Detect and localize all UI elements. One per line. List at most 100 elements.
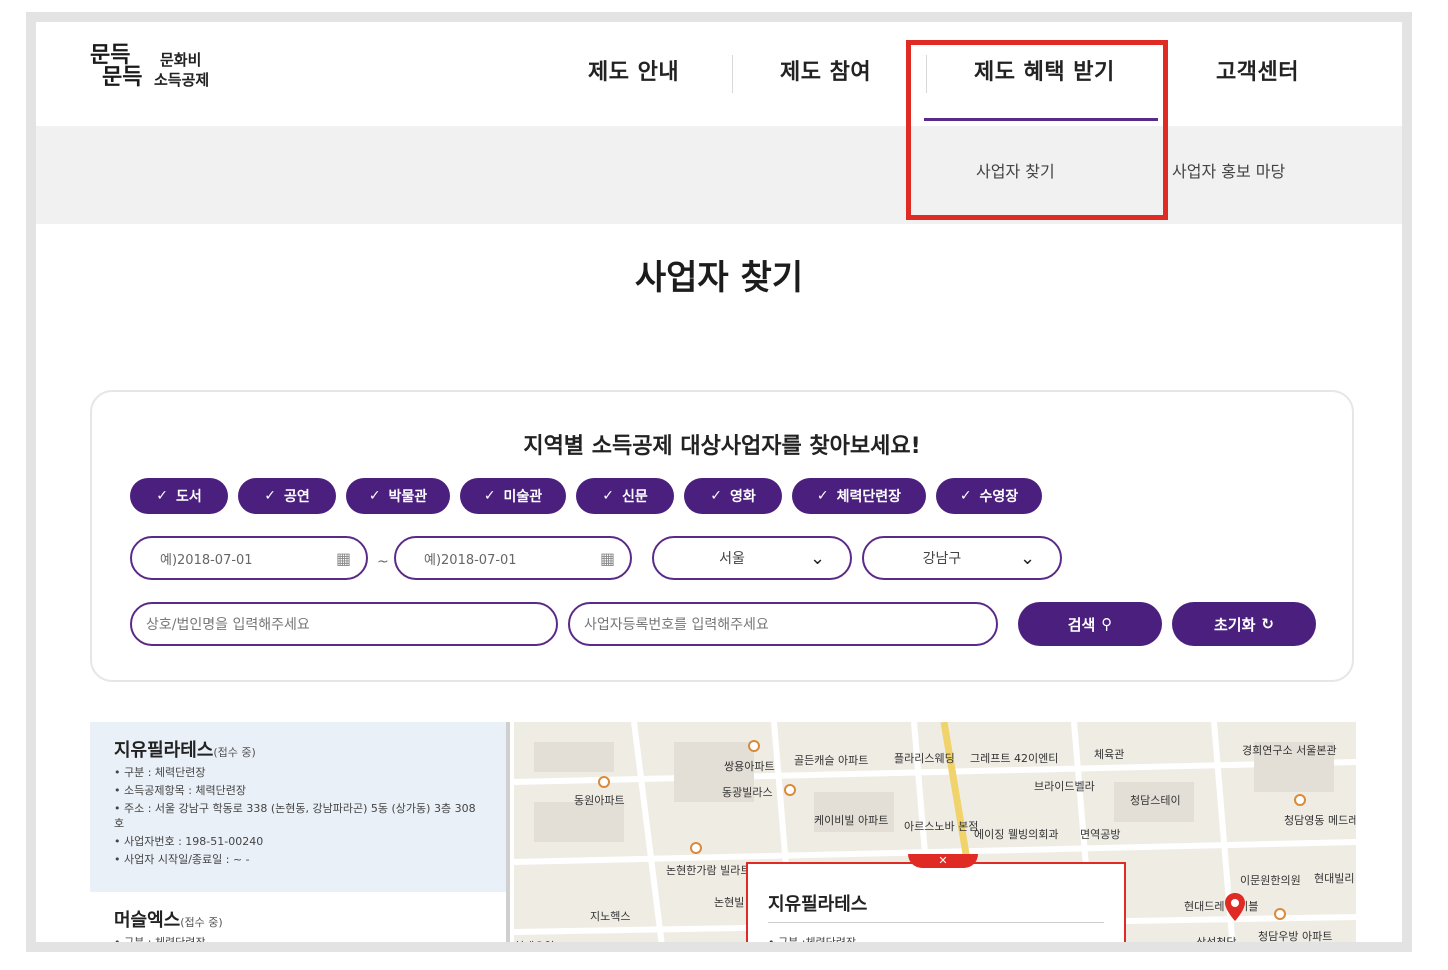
- refresh-icon: ↻: [1261, 615, 1274, 633]
- result-detail-line: • 구분 : 체력단련장: [114, 766, 206, 779]
- popup-title: 지유필라테스: [768, 894, 868, 915]
- date-from-placeholder: 예)2018-07-01: [160, 552, 253, 568]
- category-chip-performance[interactable]: ✓ 공연: [238, 478, 336, 514]
- map-label: 체육관: [1094, 748, 1125, 761]
- search-button[interactable]: 검색 ⚲: [1018, 602, 1162, 646]
- city-select-value: 서울: [719, 551, 745, 567]
- map-label: 현대드레 레이블: [1184, 900, 1259, 913]
- result-detail-line: • 사업자번호 : 198-51-00240: [114, 835, 264, 848]
- result-item[interactable]: 지유필라테스(접수 중) • 구분 : 체력단련장 • 소득공제항목 : 체력단…: [90, 722, 506, 892]
- chevron-down-icon: ⌄: [1020, 547, 1036, 569]
- map-info-popup: ✕ 지유필라테스 • 구분 :체력단련장: [746, 854, 1126, 949]
- date-separator: ~: [377, 554, 389, 570]
- city-select[interactable]: 서울 ⌄: [652, 536, 852, 580]
- map-poi-marker[interactable]: [1274, 908, 1286, 920]
- category-chip-art-gallery[interactable]: ✓ 미술관: [460, 478, 566, 514]
- divider: [768, 922, 1104, 923]
- date-from-field[interactable]: 예)2018-07-01 ▦: [130, 536, 368, 580]
- map-poi-marker[interactable]: [784, 784, 796, 796]
- date-to-placeholder: 예)2018-07-01: [424, 552, 517, 568]
- map-label: 동광빌라스: [722, 786, 773, 799]
- category-chip-newspaper[interactable]: ✓ 신문: [576, 478, 674, 514]
- category-chip-books[interactable]: ✓ 도서: [130, 478, 228, 514]
- location-pin-icon[interactable]: [1224, 892, 1246, 922]
- subnav-item-business-promo[interactable]: 사업자 홍보 마당: [1172, 158, 1285, 182]
- result-status-tag: (접수 중): [180, 916, 223, 929]
- category-chip-movie[interactable]: ✓ 영화: [684, 478, 782, 514]
- category-chip-museum[interactable]: ✓ 박물관: [346, 478, 450, 514]
- chevron-down-icon: ⌄: [810, 547, 826, 569]
- logo-mark-line1: 문득: [90, 42, 131, 68]
- result-name: 지유필라테스: [114, 740, 214, 761]
- check-icon: ✓: [602, 488, 614, 504]
- map-label: 청담우방 아파트: [1258, 930, 1333, 943]
- check-icon: ✓: [368, 488, 381, 504]
- result-status-tag: (접수 중): [213, 746, 256, 759]
- business-number-input[interactable]: 사업자등록번호를 입력해주세요: [568, 602, 998, 646]
- logo-text-line1: 문화비: [160, 51, 202, 69]
- check-icon: ✓: [959, 488, 972, 504]
- search-icon: ⚲: [1101, 615, 1113, 633]
- popup-detail-line: • 구분 :체력단련장: [768, 936, 857, 949]
- result-name: 머슬엑스: [114, 910, 181, 931]
- reset-button[interactable]: 초기화 ↻: [1172, 602, 1316, 646]
- business-name-input[interactable]: 상호/법인명을 입력해주세요: [130, 602, 558, 646]
- search-heading: 지역별 소득공제 대상사업자를 찾아보세요!: [523, 434, 921, 459]
- map-label: 동원아파트: [574, 794, 625, 807]
- nav-item-system-guide[interactable]: 제도 안내: [588, 54, 679, 86]
- business-number-placeholder: 사업자등록번호를 입력해주세요: [584, 617, 769, 633]
- category-chip-fitness[interactable]: ✓ 체력단련장: [792, 478, 926, 514]
- map-label: 면역공방: [1080, 828, 1121, 841]
- map-label: 케이비빌 아파트: [814, 814, 889, 827]
- map-label: 아르스노바 본점: [904, 820, 979, 833]
- nav-item-customer-center[interactable]: 고객센터: [1216, 54, 1299, 86]
- map-label: 에이징 웰빙의회과: [974, 828, 1059, 841]
- map-label: 경희연구소 서울본관: [1242, 744, 1337, 757]
- result-detail-line: • 구분 : 체력단련장: [114, 936, 206, 949]
- district-select-value: 강남구: [922, 551, 962, 567]
- highlight-annotation-box: [906, 40, 1168, 220]
- map-poi-marker[interactable]: [1294, 794, 1306, 806]
- search-panel: 지역별 소득공제 대상사업자를 찾아보세요! ✓ 도서 ✓ 공연 ✓ 박물관 ✓ 미술관…: [90, 390, 1354, 682]
- logo-text-line2: 소득공제: [154, 71, 210, 89]
- check-icon: ✓: [816, 488, 829, 504]
- map-label: 현대빌리: [1314, 872, 1355, 885]
- nav-item-participation[interactable]: 제도 참여: [780, 54, 871, 86]
- logo-mark-line2: 문득: [102, 64, 143, 90]
- result-detail-line: • 사업자 시작일/종료일 : ~ -: [114, 853, 250, 866]
- map-label: 청담스테이: [1130, 794, 1181, 807]
- site-logo[interactable]: 문득 문득 문화비 소득공제: [90, 44, 240, 104]
- check-icon: ✓: [483, 488, 496, 504]
- map-label: 이문원한의원: [1240, 874, 1301, 887]
- check-icon: ✓: [710, 488, 722, 504]
- map-label: 삼성청담: [1196, 936, 1237, 949]
- check-icon: ✓: [156, 488, 168, 504]
- screenshot-frame: 문득 문득 문화비 소득공제 제도 안내 제도 참여 제도 혜택 받기 고객센터…: [26, 12, 1412, 952]
- category-chip-swimming-pool[interactable]: ✓ 수영장: [936, 478, 1042, 514]
- map-label: 브라이드벨라: [1034, 780, 1095, 793]
- map-label: 청담영동 메드레빌이: [1284, 814, 1356, 827]
- results-list: 지유필라테스(접수 중) • 구분 : 체력단련장 • 소득공제항목 : 체력단…: [90, 722, 510, 949]
- map-label: 그레프트 42이엔티: [970, 752, 1059, 765]
- map-label: 현대오일: [514, 940, 555, 952]
- nav-divider: [732, 55, 733, 93]
- result-detail-line: • 소득공제항목 : 체력단련장: [114, 784, 247, 797]
- date-to-field[interactable]: 예)2018-07-01 ▦: [394, 536, 632, 580]
- map-poi-marker[interactable]: [690, 842, 702, 854]
- map-label: 지노헥스: [590, 910, 631, 923]
- calendar-icon[interactable]: ▦: [600, 549, 630, 568]
- map-label: 논현한가람 빌라트: [666, 864, 751, 877]
- map-poi-marker[interactable]: [598, 776, 610, 788]
- map-label: 플라리스웨딩: [894, 752, 955, 765]
- result-item[interactable]: 머슬엑스(접수 중) • 구분 : 체력단련장: [90, 892, 506, 949]
- result-detail-line: • 주소 : 서울 강남구 학동로 338 (논현동, 강남파라곤) 5동 (상…: [114, 802, 476, 830]
- map-poi-marker[interactable]: [748, 740, 760, 752]
- business-name-placeholder: 상호/법인명을 입력해주세요: [146, 617, 310, 633]
- map-label: 골든캐슬 아파트: [794, 754, 869, 767]
- close-icon[interactable]: ✕: [908, 854, 978, 868]
- district-select[interactable]: 강남구 ⌄: [862, 536, 1062, 580]
- page-title: 사업자 찾기: [634, 258, 804, 298]
- check-icon: ✓: [264, 488, 276, 504]
- map-label: 쌍용아파트: [724, 760, 775, 773]
- calendar-icon[interactable]: ▦: [336, 549, 366, 568]
